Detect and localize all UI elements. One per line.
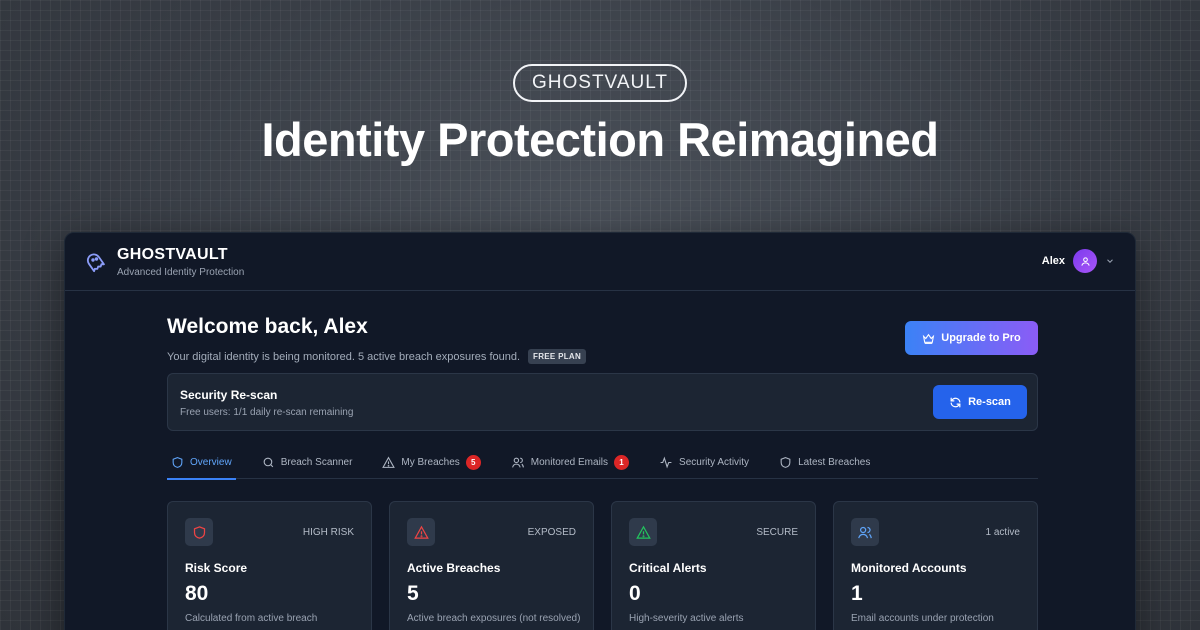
refresh-icon	[950, 397, 961, 407]
user-menu[interactable]: Alex	[1042, 249, 1115, 273]
tab-label: Breach Scanner	[280, 456, 353, 468]
stat-title: Critical Alerts	[629, 561, 707, 575]
stat-value: 0	[629, 582, 641, 605]
welcome-subtitle: Your digital identity is being monitored…	[167, 350, 521, 363]
stats-grid: HIGH RISK Risk Score 80 Calculated from …	[167, 501, 1038, 630]
brand-block[interactable]: GHOSTVAULT Advanced Identity Protection	[117, 246, 244, 278]
hero-badge: GHOSTVAULT	[513, 64, 687, 102]
search-icon	[263, 457, 273, 467]
stat-tag: SECURE	[756, 527, 798, 538]
stat-title: Active Breaches	[407, 561, 501, 575]
upgrade-button[interactable]: Upgrade to Pro	[905, 321, 1038, 355]
rescan-label: Re-scan	[968, 396, 1011, 408]
stat-card-active-breaches: EXPOSED Active Breaches 5 Active breach …	[389, 501, 594, 630]
stat-description: Calculated from active breach	[185, 613, 318, 624]
warning-icon	[382, 456, 396, 468]
stat-card-risk-score: HIGH RISK Risk Score 80 Calculated from …	[167, 501, 372, 630]
tab-label: Security Activity	[679, 456, 750, 468]
tab-my-breaches[interactable]: My Breaches 5	[378, 445, 484, 479]
stat-icon-box	[407, 518, 435, 546]
shield-icon	[780, 456, 791, 468]
tab-monitored-emails[interactable]: Monitored Emails 1	[507, 445, 633, 479]
stat-card-critical-alerts: SECURE Critical Alerts 0 High-severity a…	[611, 501, 816, 630]
shield-icon	[172, 456, 183, 468]
stat-description: Email accounts under protection	[851, 613, 994, 624]
brand-tagline: Advanced Identity Protection	[117, 266, 245, 278]
ghost-icon	[86, 252, 105, 272]
activity-icon	[660, 455, 672, 469]
tab-latest-breaches[interactable]: Latest Breaches	[775, 445, 874, 479]
stat-tag: EXPOSED	[527, 527, 576, 538]
stat-value: 1	[851, 582, 863, 605]
stat-description: Active breach exposures (not resolved)	[407, 613, 581, 624]
warning-icon	[635, 525, 651, 539]
shield-icon	[193, 525, 205, 539]
tab-label: Monitored Emails	[530, 456, 609, 468]
user-name: Alex	[1041, 255, 1065, 267]
stat-value: 5	[407, 582, 419, 605]
plan-badge: FREE PLAN	[528, 349, 587, 364]
tab-label: Overview	[190, 456, 232, 468]
stat-tag: HIGH RISK	[302, 527, 354, 538]
users-icon	[858, 526, 872, 538]
stat-icon-box	[629, 518, 657, 546]
dashboard-content: Welcome back, Alex Your digital identity…	[167, 315, 1038, 630]
email-count-badge: 1	[614, 454, 630, 470]
stat-value: 80	[185, 582, 209, 605]
upgrade-label: Upgrade to Pro	[941, 332, 1021, 344]
app-window: GHOSTVAULT Advanced Identity Protection …	[64, 232, 1136, 630]
brand-name: GHOSTVAULT	[117, 245, 228, 263]
warning-icon	[413, 525, 429, 539]
avatar[interactable]	[1073, 249, 1097, 273]
app-header: GHOSTVAULT Advanced Identity Protection …	[65, 233, 1135, 291]
stat-icon-box	[185, 518, 213, 546]
hero-title: Identity Protection Reimagined	[261, 113, 939, 166]
tab-overview[interactable]: Overview	[167, 445, 236, 480]
stat-tag: 1 active	[985, 527, 1020, 538]
stat-title: Monitored Accounts	[851, 561, 967, 575]
tab-label: Latest Breaches	[798, 456, 871, 468]
tab-security-activity[interactable]: Security Activity	[655, 445, 753, 479]
stat-card-monitored-accounts: 1 active Monitored Accounts 1 Email acco…	[833, 501, 1038, 630]
tab-bar: Overview Breach Scanner My Breaches 5 Mo…	[167, 445, 1038, 480]
stat-title: Risk Score	[185, 561, 248, 575]
tab-breach-scanner[interactable]: Breach Scanner	[258, 445, 357, 479]
tab-label: My Breaches	[401, 456, 460, 468]
stat-description: High-severity active alerts	[629, 613, 744, 624]
crown-icon	[923, 333, 935, 344]
stat-icon-box	[851, 518, 879, 546]
breach-count-badge: 5	[465, 454, 481, 470]
user-icon	[1080, 256, 1090, 266]
rescan-card: Security Re-scan Free users: 1/1 daily r…	[167, 373, 1038, 431]
rescan-button[interactable]: Re-scan	[933, 385, 1027, 419]
rescan-subtitle: Free users: 1/1 daily re-scan remaining	[180, 407, 354, 418]
chevron-down-icon[interactable]	[1105, 256, 1115, 266]
rescan-title: Security Re-scan	[180, 388, 278, 402]
users-icon	[511, 457, 524, 468]
